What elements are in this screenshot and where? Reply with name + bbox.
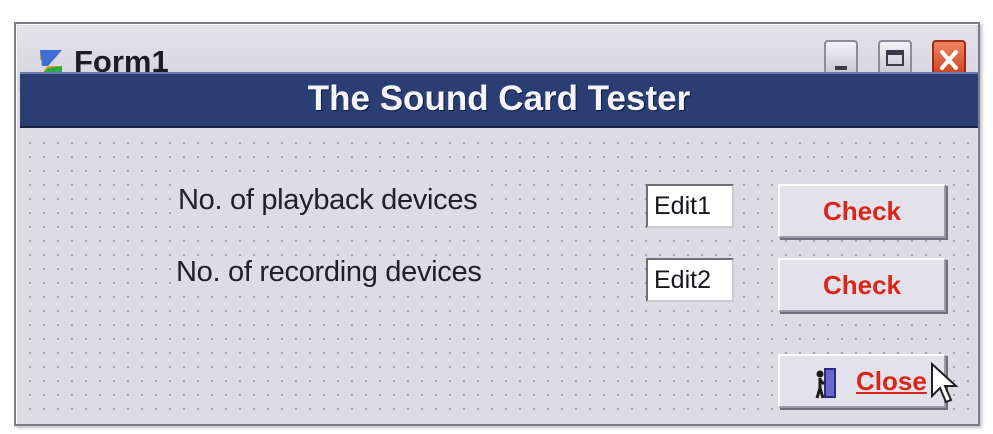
door-exit-icon (815, 368, 836, 399)
form-client-area: No. of playback devices Edit1 Check No. … (20, 132, 978, 420)
banner-title: The Sound Card Tester (307, 79, 691, 118)
recording-devices-field[interactable]: Edit2 (646, 258, 734, 302)
check-recording-button[interactable]: Check (778, 258, 946, 312)
check-playback-button[interactable]: Check (778, 184, 946, 238)
check-recording-label: Check (822, 270, 902, 300)
playback-devices-label: No. of playback devices (176, 184, 480, 217)
close-icon (940, 50, 958, 70)
recording-devices-label: No. of recording devices (174, 256, 484, 289)
mouse-cursor-icon (931, 362, 959, 404)
close-button-label: Close (856, 366, 927, 396)
close-button[interactable]: Close (778, 354, 946, 408)
check-playback-label: Check (822, 196, 902, 226)
playback-devices-field[interactable]: Edit1 (646, 184, 734, 228)
header-banner: The Sound Card Tester (20, 72, 978, 128)
